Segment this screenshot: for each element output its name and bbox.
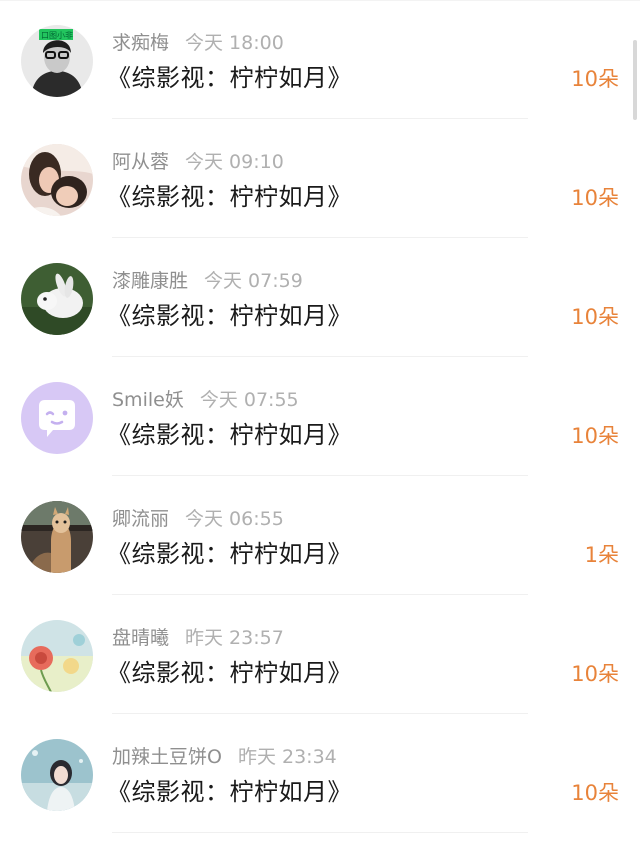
gift-count: 10朵: [571, 305, 619, 329]
avatar[interactable]: [21, 501, 93, 573]
timestamp: 昨天 23:57: [185, 627, 284, 649]
couple-photo-avatar-icon: [21, 144, 93, 216]
username[interactable]: 卿流丽: [112, 508, 169, 530]
list-item[interactable]: 卿流丽 今天 06:55 《综影视：柠柠如月》 1朵: [0, 476, 640, 595]
work-title[interactable]: 《综影视：柠柠如月》: [107, 299, 352, 333]
gift-count: 10朵: [571, 662, 619, 686]
username[interactable]: 阿从蓉: [112, 151, 169, 173]
work-title[interactable]: 《综影视：柠柠如月》: [107, 61, 352, 95]
work-title[interactable]: 《综影视：柠柠如月》: [107, 180, 352, 214]
gift-record-list: 口图小非 求痴梅 今天 18:00 《综影视：柠柠如月》 10朵 阿从蓉 今天 09…: [0, 0, 640, 843]
item-meta: 卿流丽 今天 06:55: [112, 506, 284, 532]
avatar[interactable]: 口图小非: [21, 25, 93, 97]
list-item[interactable]: 加辣土豆饼O 昨天 23:34 《综影视：柠柠如月》 10朵: [0, 714, 640, 833]
item-meta: 加辣土豆饼O 昨天 23:34: [112, 744, 337, 770]
flower-photo-avatar-icon: [21, 620, 93, 692]
timestamp: 今天 18:00: [185, 32, 284, 54]
alpaca-photo-avatar-icon: [21, 501, 93, 573]
list-item[interactable]: 漆雕康胜 今天 07:59 《综影视：柠柠如月》 10朵: [0, 238, 640, 357]
avatar-badge: 口图小非: [41, 30, 73, 40]
item-meta: Smile妖 今天 07:55: [112, 387, 299, 413]
list-item[interactable]: Smile妖 今天 07:55 《综影视：柠柠如月》 10朵: [0, 357, 640, 476]
work-title[interactable]: 《综影视：柠柠如月》: [107, 537, 352, 571]
work-title[interactable]: 《综影视：柠柠如月》: [107, 656, 352, 690]
avatar[interactable]: [21, 144, 93, 216]
avatar[interactable]: [21, 263, 93, 335]
avatar[interactable]: [21, 739, 93, 811]
work-title[interactable]: 《综影视：柠柠如月》: [107, 775, 352, 809]
list-item[interactable]: 口图小非 求痴梅 今天 18:00 《综影视：柠柠如月》 10朵: [0, 0, 640, 119]
timestamp: 今天 07:55: [199, 389, 299, 411]
man-portrait-avatar-icon: 口图小非: [21, 25, 93, 97]
avatar[interactable]: [21, 620, 93, 692]
timestamp: 今天 06:55: [185, 508, 284, 530]
work-title[interactable]: 《综影视：柠柠如月》: [107, 418, 352, 452]
gift-count: 10朵: [571, 67, 619, 91]
username[interactable]: 加辣土豆饼O: [112, 746, 222, 768]
default-chat-avatar-icon: [21, 382, 93, 454]
timestamp: 昨天 23:34: [237, 746, 337, 768]
girl-photo-avatar-icon: [21, 739, 93, 811]
item-meta: 漆雕康胜 今天 07:59: [112, 268, 303, 294]
username[interactable]: 漆雕康胜: [112, 270, 188, 292]
item-meta: 阿从蓉 今天 09:10: [112, 149, 284, 175]
gift-count: 10朵: [571, 781, 619, 805]
timestamp: 今天 07:59: [204, 270, 303, 292]
list-item[interactable]: 盘晴曦 昨天 23:57 《综影视：柠柠如月》 10朵: [0, 595, 640, 714]
list-item[interactable]: 阿从蓉 今天 09:10 《综影视：柠柠如月》 10朵: [0, 119, 640, 238]
item-meta: 求痴梅 今天 18:00: [112, 30, 284, 56]
username[interactable]: Smile妖: [112, 389, 184, 411]
divider: [112, 832, 528, 833]
avatar[interactable]: [21, 382, 93, 454]
rabbit-photo-avatar-icon: [21, 263, 93, 335]
username[interactable]: 盘晴曦: [112, 627, 169, 649]
item-meta: 盘晴曦 昨天 23:57: [112, 625, 284, 651]
gift-count: 1朵: [584, 543, 619, 567]
gift-count: 10朵: [571, 424, 619, 448]
gift-count: 10朵: [571, 186, 619, 210]
timestamp: 今天 09:10: [185, 151, 284, 173]
username[interactable]: 求痴梅: [112, 32, 169, 54]
